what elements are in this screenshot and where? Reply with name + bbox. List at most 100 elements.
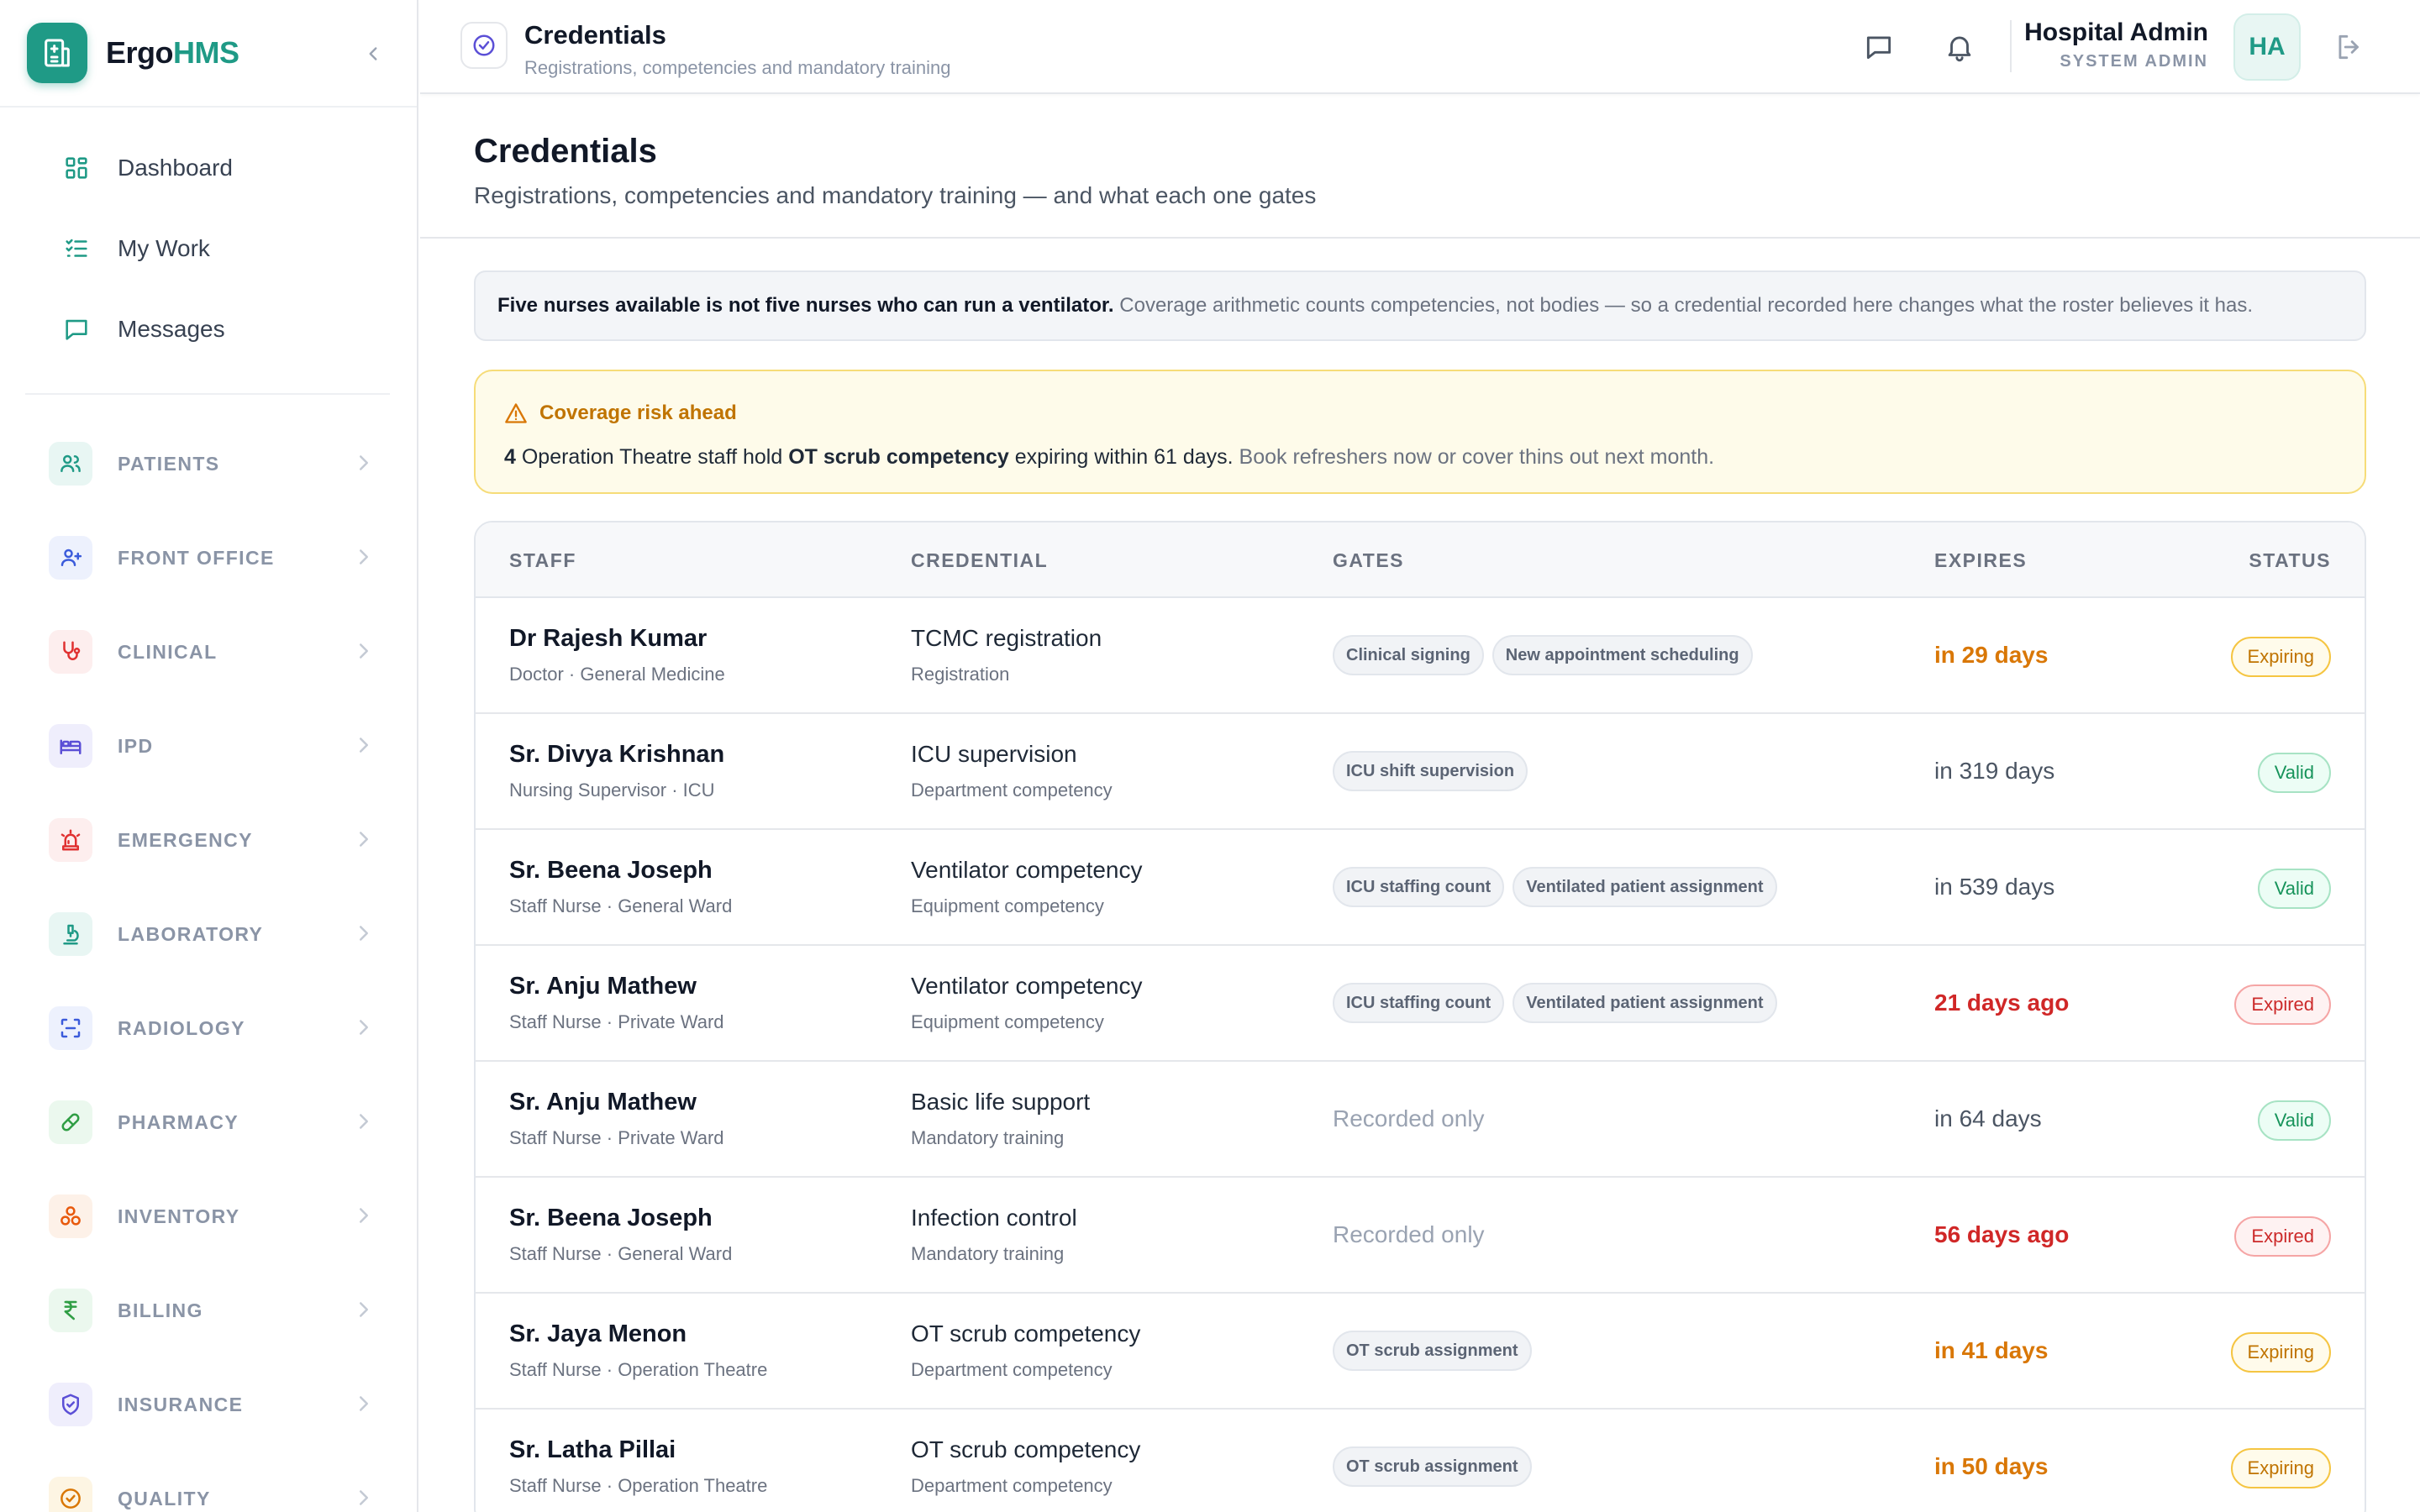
staff-role: Staff Nurse · General Ward — [509, 1243, 733, 1264]
gate-chip: OT scrub assignment — [1333, 1446, 1532, 1487]
chevron-right-icon — [360, 832, 368, 847]
staff-name[interactable]: Sr. Jaya Menon — [509, 1320, 687, 1348]
page-header: Credentials Registrations, competencies … — [420, 94, 2420, 239]
table-row[interactable]: Sr. Anju Mathew Staff Nurse · Private War… — [476, 1062, 2365, 1178]
bell-icon — [1948, 36, 1971, 62]
pill-icon — [61, 1113, 80, 1131]
chevron-right-icon — [360, 1208, 368, 1223]
user-role: SYSTEM ADMIN — [2060, 52, 2208, 71]
staff-name[interactable]: Dr Rajesh Kumar — [509, 625, 707, 653]
alert-title: Coverage risk ahead — [504, 402, 2365, 425]
staff-name[interactable]: Sr. Anju Mathew — [509, 1089, 697, 1116]
nav-item-messages[interactable]: Messages — [25, 289, 390, 370]
sidebar-item-ipd[interactable]: IPD — [0, 699, 417, 793]
chevron-right-icon — [360, 1396, 368, 1411]
page-subtitle: Registrations, competencies and mandator… — [474, 182, 1317, 208]
sidebar-item-front-office[interactable]: FRONT OFFICE — [0, 511, 417, 605]
staff-role: Staff Nurse · Private Ward — [509, 1127, 724, 1148]
staff-role: Doctor · General Medicine — [509, 664, 725, 685]
nav-item-dashboard[interactable]: Dashboard — [25, 128, 390, 208]
sidebar-item-label: EMERGENCY — [118, 828, 253, 851]
table-row[interactable]: Dr Rajesh Kumar Doctor · General Medicine… — [476, 598, 2365, 714]
staff-name[interactable]: Sr. Divya Krishnan — [509, 741, 724, 769]
credential-name: OT scrub competency — [911, 1320, 1141, 1347]
staff-name[interactable]: Sr. Beena Joseph — [509, 1205, 713, 1232]
user-plus-icon — [60, 549, 82, 566]
table-row[interactable]: Sr. Beena Joseph Staff Nurse · General Wa… — [476, 1178, 2365, 1294]
sidebar-item-label: FRONT OFFICE — [118, 546, 275, 569]
status-badge: Expiring — [2230, 1332, 2331, 1373]
gates-list: Clinical signing New appointment scheduli… — [1333, 635, 1753, 675]
table-row[interactable]: Sr. Beena Joseph Staff Nurse · General Wa… — [476, 830, 2365, 946]
staff-role: Nursing Supervisor · ICU — [509, 780, 715, 801]
sidebar-item-inventory[interactable]: INVENTORY — [0, 1169, 417, 1263]
staff-role: Staff Nurse · Private Ward — [509, 1011, 724, 1032]
column-expires[interactable]: EXPIRES — [1934, 549, 2027, 572]
staff-role: Staff Nurse · Operation Theatre — [509, 1359, 768, 1380]
header-divider — [2010, 20, 2012, 72]
nav-item-label: My Work — [118, 235, 210, 261]
sidebar-item-label: RADIOLOGY — [118, 1016, 245, 1039]
alert-body: 4 Operation Theatre staff hold OT scrub … — [504, 445, 2365, 470]
table-row[interactable]: Sr. Jaya Menon Staff Nurse · Operation Th… — [476, 1294, 2365, 1410]
sidebar-item-quality[interactable]: QUALITY — [0, 1452, 417, 1512]
gates-list: ICU staffing count Ventilated patient ass… — [1333, 867, 1777, 907]
sidebar-item-label: BILLING — [118, 1299, 203, 1321]
staff-name[interactable]: Sr. Latha Pillai — [509, 1436, 676, 1464]
expires-value: in 29 days — [1934, 642, 2049, 668]
sidebar-item-patients[interactable]: PATIENTS — [0, 417, 417, 511]
expires-value: in 50 days — [1934, 1453, 2049, 1479]
column-credential[interactable]: CREDENTIAL — [911, 549, 1048, 572]
sidebar-item-clinical[interactable]: CLINICAL — [0, 605, 417, 699]
sidebar-item-insurance[interactable]: INSURANCE — [0, 1357, 417, 1452]
sidebar-item-label: IPD — [118, 734, 154, 757]
logout-icon — [2338, 34, 2359, 60]
credential-name: Infection control — [911, 1205, 1077, 1231]
credential-type: Department competency — [911, 780, 1113, 801]
status-badge: Expiring — [2230, 637, 2331, 677]
boxes-icon — [60, 1206, 81, 1226]
sidebar-item-billing[interactable]: BILLING — [0, 1263, 417, 1357]
sidebar-item-radiology[interactable]: RADIOLOGY — [0, 981, 417, 1075]
chevron-left-icon — [369, 47, 377, 60]
credential-type: Department competency — [911, 1359, 1113, 1380]
users-icon — [60, 454, 81, 472]
staff-name[interactable]: Sr. Anju Mathew — [509, 973, 697, 1000]
table-header: STAFF CREDENTIAL GATES EXPIRES STATUS — [476, 522, 2365, 598]
collapse-sidebar-button[interactable] — [356, 37, 390, 71]
avatar[interactable]: HA — [2233, 13, 2301, 81]
sidebar: ErgoHMS Dashboard My Work Messages PATIENT… — [0, 0, 418, 1512]
brand[interactable]: ErgoHMS — [0, 0, 417, 108]
dashboard-icon — [66, 157, 87, 179]
nav-item-label: Dashboard — [118, 155, 233, 181]
logout-button[interactable] — [2331, 29, 2368, 66]
table-row[interactable]: Sr. Anju Mathew Staff Nurse · Private War… — [476, 946, 2365, 1062]
messages-button[interactable] — [1860, 29, 1897, 66]
expires-value: 56 days ago — [1934, 1221, 2070, 1247]
chevron-right-icon — [360, 1302, 368, 1317]
chevron-right-icon — [360, 549, 368, 564]
table-row[interactable]: Sr. Divya Krishnan Nursing Supervisor · I… — [476, 714, 2365, 830]
nav-item-my-work[interactable]: My Work — [25, 208, 390, 289]
gate-chip: ICU shift supervision — [1333, 751, 1528, 791]
gate-chip: OT scrub assignment — [1333, 1331, 1532, 1371]
chevron-right-icon — [360, 926, 368, 941]
table-row[interactable]: Sr. Latha Pillai Staff Nurse · Operation … — [476, 1410, 2365, 1512]
warning-icon — [505, 403, 527, 423]
info-note: Five nurses available is not five nurses… — [474, 270, 2366, 341]
notifications-button[interactable] — [1941, 29, 1978, 66]
column-gates[interactable]: GATES — [1333, 549, 1404, 572]
chevron-right-icon — [360, 643, 368, 659]
sidebar-item-emergency[interactable]: EMERGENCY — [0, 793, 417, 887]
gates-recorded-only: Recorded only — [1333, 1105, 1485, 1131]
coverage-risk-alert: Coverage risk ahead 4 Operation Theatre … — [474, 370, 2366, 494]
sidebar-item-laboratory[interactable]: LABORATORY — [0, 887, 417, 981]
message-icon — [66, 319, 87, 340]
rupee-icon — [64, 1300, 77, 1320]
staff-name[interactable]: Sr. Beena Joseph — [509, 857, 713, 885]
sidebar-item-pharmacy[interactable]: PHARMACY — [0, 1075, 417, 1169]
column-staff[interactable]: STAFF — [509, 549, 576, 572]
gate-chip: Clinical signing — [1333, 635, 1484, 675]
expires-value: in 319 days — [1934, 758, 2055, 784]
column-status[interactable]: STATUS — [2249, 549, 2331, 572]
